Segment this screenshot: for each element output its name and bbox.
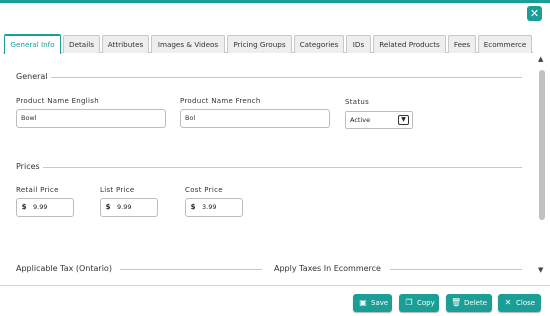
product-name-english-input[interactable]: Bowl (16, 109, 166, 128)
product-name-english-label: Product Name English (16, 97, 99, 105)
product-name-french-label: Product Name French (180, 97, 261, 105)
apply-taxes-ecommerce-title: Apply Taxes In Ecommerce (274, 264, 381, 273)
prices-section-title: Prices (16, 162, 40, 171)
tab-fees[interactable]: Fees (448, 35, 476, 53)
tab-attributes[interactable]: Attributes (102, 35, 149, 53)
trash-icon: 🗑 (451, 298, 462, 307)
currency-symbol: $ (190, 203, 196, 211)
cost-price-label: Cost Price (185, 186, 223, 194)
tab-bar: General Info Details Attributes Images &… (3, 34, 533, 54)
save-icon: ▣ (359, 298, 367, 307)
scroll-up-icon[interactable]: ▲ (538, 55, 543, 63)
tab-details[interactable]: Details (63, 35, 100, 53)
retail-price-label: Retail Price (16, 186, 59, 194)
currency-symbol: $ (105, 203, 111, 211)
scrollbar-thumb[interactable] (539, 70, 545, 220)
applicable-tax-divider (120, 269, 262, 270)
close-icon: ✕ (504, 298, 512, 307)
general-section-divider (51, 77, 522, 78)
applicable-tax-title: Applicable Tax (Ontario) (16, 264, 112, 273)
tab-related-products[interactable]: Related Products (373, 35, 446, 53)
general-section-title: General (16, 72, 48, 81)
tab-ids[interactable]: IDs (346, 35, 371, 53)
tab-pricing-groups[interactable]: Pricing Groups (227, 35, 292, 53)
cost-price-input[interactable]: $ 3.99 (185, 198, 243, 217)
close-button[interactable]: ✕ Close (498, 294, 541, 312)
list-price-label: List Price (100, 186, 135, 194)
tab-images-videos[interactable]: Images & Videos (151, 35, 225, 53)
save-button[interactable]: ▣ Save (353, 294, 392, 312)
copy-button[interactable]: ❐ Copy (399, 294, 439, 312)
chevron-down-icon: ▼ (398, 115, 409, 125)
status-select-value: Active (350, 116, 371, 124)
copy-icon: ❐ (405, 298, 413, 307)
delete-button[interactable]: 🗑 Delete (446, 294, 492, 312)
tab-content-general-info: General Product Name English Bowl Produc… (3, 54, 537, 282)
apply-taxes-ecommerce-divider (390, 269, 522, 270)
close-button-label: Close (516, 299, 536, 307)
save-button-label: Save (371, 299, 389, 307)
dialog-top-border (0, 0, 550, 3)
copy-button-label: Copy (417, 299, 435, 307)
retail-price-value: 9.99 (33, 203, 48, 211)
currency-symbol: $ (21, 203, 27, 211)
tab-ecommerce[interactable]: Ecommerce (478, 35, 532, 53)
cost-price-value: 3.99 (202, 203, 217, 211)
list-price-input[interactable]: $ 9.99 (100, 198, 158, 217)
tab-categories[interactable]: Categories (294, 35, 344, 53)
dialog-footer: ▣ Save ❐ Copy 🗑 Delete ✕ Close (0, 285, 550, 316)
close-icon[interactable]: ✕ (527, 6, 542, 21)
product-name-french-input[interactable]: Bol (180, 109, 330, 128)
prices-section-divider (43, 167, 522, 168)
status-select[interactable]: Active ▼ (345, 111, 413, 129)
scroll-down-icon[interactable]: ▼ (538, 266, 543, 274)
delete-button-label: Delete (464, 299, 487, 307)
content-scrollbar[interactable]: ▲ ▼ (537, 54, 547, 282)
status-label: Status (345, 98, 370, 106)
list-price-value: 9.99 (117, 203, 132, 211)
retail-price-input[interactable]: $ 9.99 (16, 198, 74, 217)
tab-general-info[interactable]: General Info (4, 34, 61, 54)
